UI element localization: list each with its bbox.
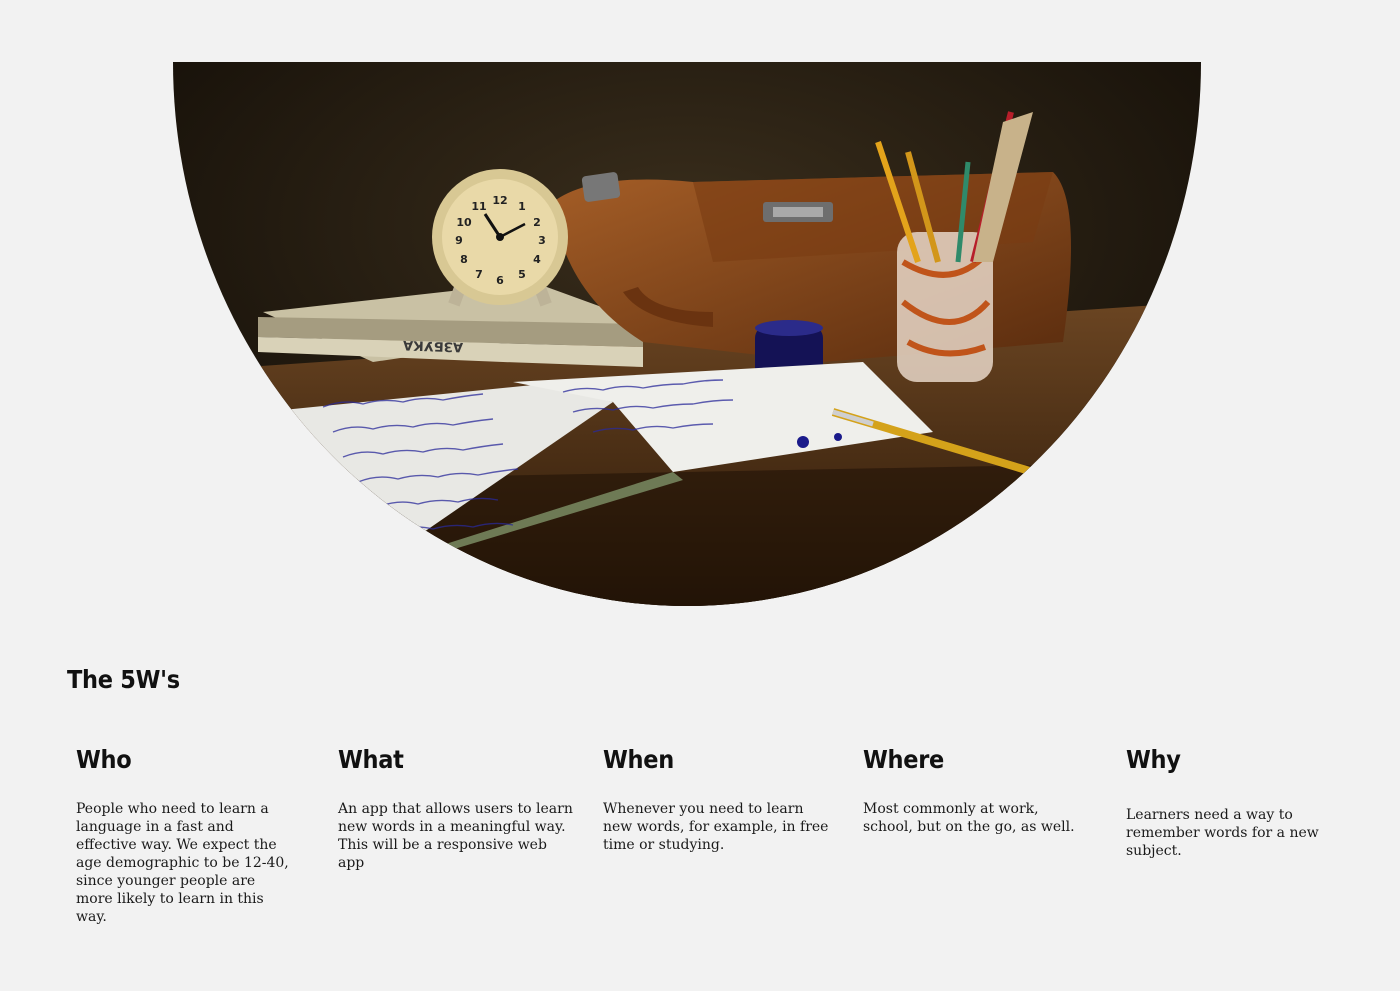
why-column: Why Learners need a way to remember word… (1126, 745, 1366, 860)
what-text: An app that allows users to learn new wo… (338, 801, 573, 871)
where-text: Most commonly at work, school, but on th… (863, 801, 1075, 835)
why-heading: Why (1126, 745, 1181, 774)
svg-text:7: 7 (475, 268, 483, 281)
when-heading: When (603, 745, 674, 774)
svg-text:11: 11 (471, 200, 486, 213)
who-heading: Who (76, 745, 132, 774)
where-heading: Where (863, 745, 944, 774)
what-column: What An app that allows users to learn n… (338, 745, 574, 872)
when-column: When Whenever you need to learn new word… (603, 745, 833, 854)
svg-text:9: 9 (455, 234, 463, 247)
svg-text:10: 10 (456, 216, 472, 229)
book-label: АЗБУКА (403, 337, 463, 354)
svg-text:12: 12 (492, 194, 507, 207)
section-title: The 5W's (67, 665, 180, 694)
svg-text:4: 4 (533, 253, 541, 266)
who-column: Who People who need to learn a language … (76, 745, 296, 926)
desk-still-life-illustration: АЗБУКА 12 1 2 3 4 5 6 7 8 9 10 11 (173, 62, 1201, 606)
svg-text:1: 1 (518, 200, 526, 213)
svg-text:8: 8 (460, 253, 468, 266)
where-column: Where Most commonly at work, school, but… (863, 745, 1088, 836)
svg-text:6: 6 (496, 274, 504, 287)
svg-text:3: 3 (538, 234, 546, 247)
svg-text:2: 2 (533, 216, 541, 229)
hero-image: АЗБУКА 12 1 2 3 4 5 6 7 8 9 10 11 (173, 62, 1201, 606)
who-text: People who need to learn a language in a… (76, 801, 289, 925)
why-text: Learners need a way to remember words fo… (1126, 807, 1319, 859)
svg-text:5: 5 (518, 268, 526, 281)
what-heading: What (338, 745, 404, 774)
when-text: Whenever you need to learn new words, fo… (603, 801, 829, 853)
